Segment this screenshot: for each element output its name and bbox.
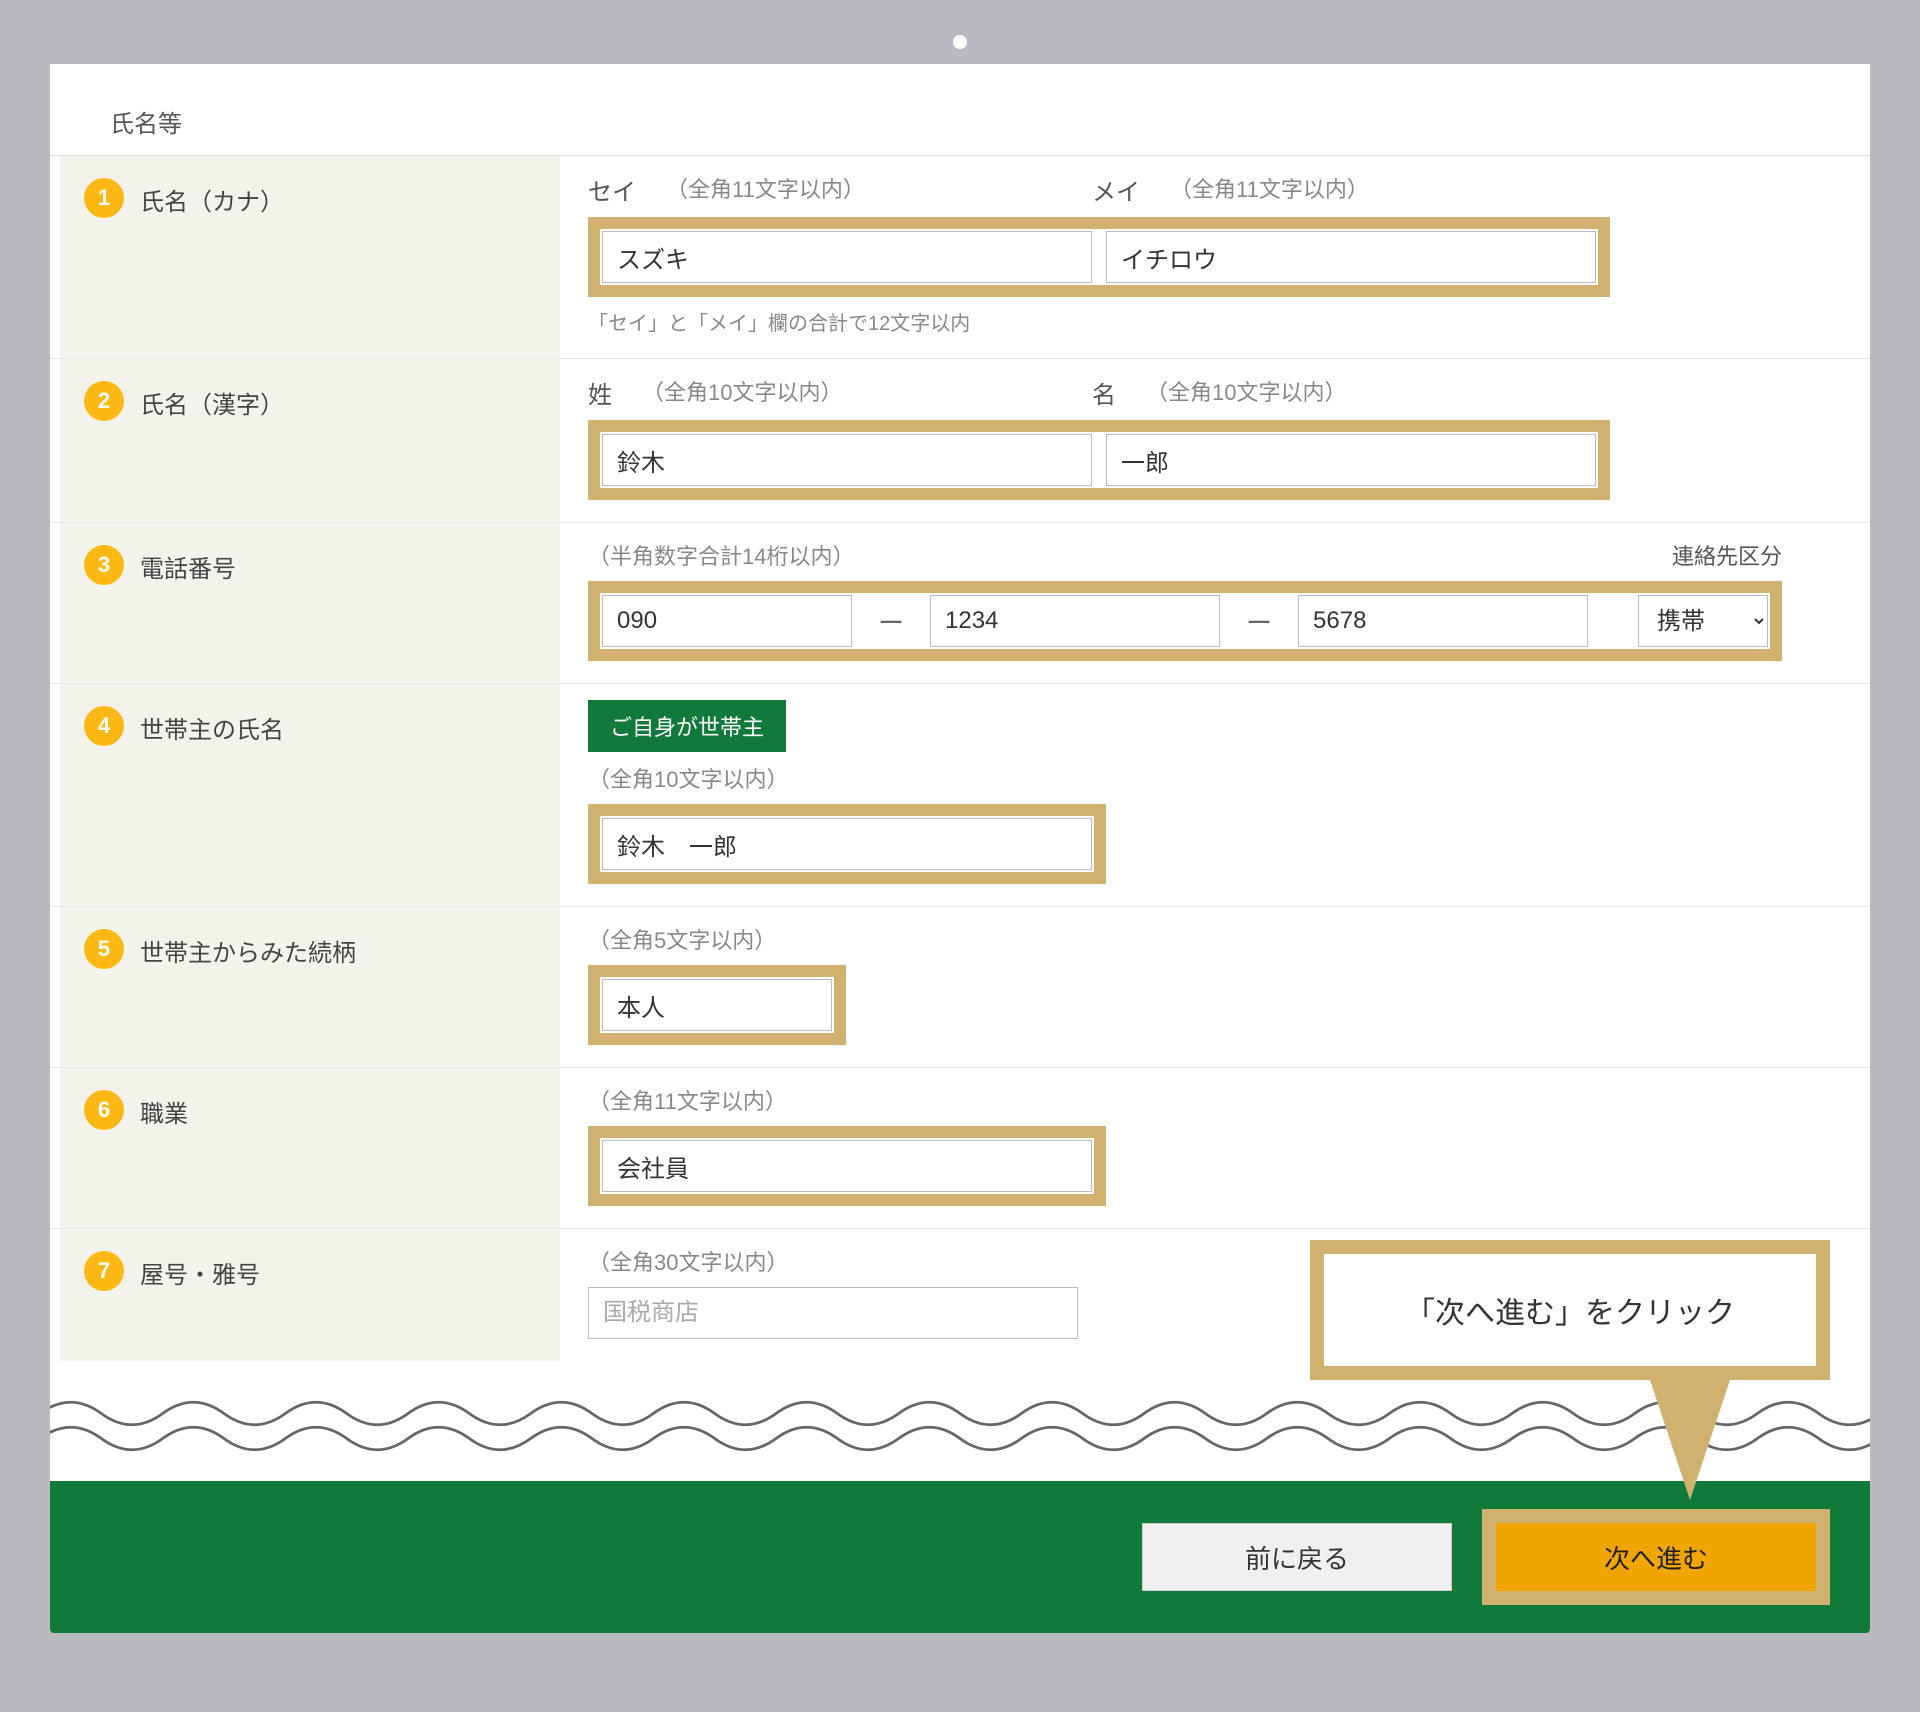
phone-paren: （半角数字合計14桁以内）	[588, 539, 854, 571]
row-phone: 3 電話番号 （半角数字合計14桁以内） 連絡先区分 ー ー 携帯	[50, 523, 1870, 684]
mei-kanji-label: 名	[1092, 375, 1116, 410]
highlight-kana	[588, 217, 1610, 297]
mei-kana-input[interactable]	[1106, 231, 1596, 283]
householder-name-input[interactable]	[602, 818, 1092, 870]
badge-7: 7	[84, 1251, 124, 1291]
label-occupation: 職業	[140, 1088, 188, 1129]
mei-paren: （全角11文字以内）	[1170, 172, 1369, 207]
label-col: 1 氏名（カナ）	[60, 156, 560, 358]
callout-tail-icon	[1650, 1380, 1730, 1500]
input-col: セイ （全角11文字以内） メイ （全角11文字以内） 「セイ」と「メイ」欄の合…	[560, 156, 1810, 358]
titlebar-dot-icon	[953, 35, 967, 49]
label-col: 6 職業	[60, 1068, 560, 1228]
titlebar	[50, 20, 1870, 64]
highlight-occupation	[588, 1126, 1106, 1206]
section-title: 氏名等	[50, 104, 1870, 156]
badge-2: 2	[84, 381, 124, 421]
label-phone: 電話番号	[140, 543, 236, 584]
label-name-kanji: 氏名（漢字）	[140, 379, 284, 420]
row-relationship: 5 世帯主からみた続柄 （全角5文字以内）	[50, 907, 1870, 1068]
label-householder: 世帯主の氏名	[140, 704, 284, 745]
badge-3: 3	[84, 545, 124, 585]
badge-1: 1	[84, 178, 124, 218]
householder-paren: （全角10文字以内）	[588, 762, 1782, 794]
mei-kanji-paren: （全角10文字以内）	[1146, 375, 1346, 410]
occupation-paren: （全角11文字以内）	[588, 1084, 1782, 1116]
label-shopname: 屋号・雅号	[140, 1249, 260, 1290]
label-col: 2 氏名（漢字）	[60, 359, 560, 522]
highlight-next: 次へ進む	[1482, 1509, 1830, 1605]
row-occupation: 6 職業 （全角11文字以内）	[50, 1068, 1870, 1229]
back-button[interactable]: 前に戻る	[1142, 1523, 1452, 1591]
row-name-kana: 1 氏名（カナ） セイ （全角11文字以内） メイ （全角11文字以内）	[50, 156, 1870, 359]
input-col: 姓 （全角10文字以内） 名 （全角10文字以内）	[560, 359, 1810, 522]
label-relationship: 世帯主からみた続柄	[140, 927, 356, 968]
badge-6: 6	[84, 1090, 124, 1130]
sei-kana-input[interactable]	[602, 231, 1092, 283]
highlight-kanji	[588, 420, 1610, 500]
dash-icon: ー	[866, 603, 916, 640]
mei-label: メイ	[1092, 172, 1140, 207]
label-col: 5 世帯主からみた続柄	[60, 907, 560, 1067]
footer-bar: 前に戻る 次へ進む	[50, 1481, 1870, 1633]
dash-icon: ー	[1234, 603, 1284, 640]
sei-kanji-label: 姓	[588, 375, 612, 410]
label-name-kana: 氏名（カナ）	[140, 176, 284, 217]
callout: 「次へ進む」をクリック	[1310, 1240, 1830, 1500]
mei-kanji-input[interactable]	[1106, 434, 1596, 486]
highlight-householder	[588, 804, 1106, 884]
highlight-relationship	[588, 965, 846, 1045]
badge-5: 5	[84, 929, 124, 969]
sei-kanji-paren: （全角10文字以内）	[642, 375, 842, 410]
row-householder-name: 4 世帯主の氏名 ご自身が世帯主 （全角10文字以内）	[50, 684, 1870, 907]
app-window: 氏名等 1 氏名（カナ） セイ （全角11文字以内） メイ （全角11文字以内）	[50, 20, 1870, 1633]
label-col: 3 電話番号	[60, 523, 560, 683]
highlight-phone: ー ー 携帯	[588, 581, 1782, 661]
phone-class-label: 連絡先区分	[1672, 539, 1782, 571]
sei-kanji-input[interactable]	[602, 434, 1092, 486]
next-button[interactable]: 次へ進む	[1496, 1523, 1816, 1591]
form-content: 氏名等 1 氏名（カナ） セイ （全角11文字以内） メイ （全角11文字以内）	[50, 64, 1870, 1633]
shopname-input[interactable]	[588, 1287, 1078, 1339]
self-householder-button[interactable]: ご自身が世帯主	[588, 700, 786, 752]
sei-paren: （全角11文字以内）	[666, 172, 865, 207]
relationship-input[interactable]	[602, 979, 832, 1031]
input-col: （全角5文字以内）	[560, 907, 1810, 1067]
row-name-kanji: 2 氏名（漢字） 姓 （全角10文字以内） 名 （全角10文字以内）	[50, 359, 1870, 523]
badge-4: 4	[84, 706, 124, 746]
input-col: （全角11文字以内）	[560, 1068, 1810, 1228]
phone-part3-input[interactable]	[1298, 595, 1588, 647]
input-col: （半角数字合計14桁以内） 連絡先区分 ー ー 携帯	[560, 523, 1810, 683]
relationship-paren: （全角5文字以内）	[588, 923, 1782, 955]
input-col: ご自身が世帯主 （全角10文字以内）	[560, 684, 1810, 906]
sei-label: セイ	[588, 172, 636, 207]
phone-part1-input[interactable]	[602, 595, 852, 647]
phone-type-select[interactable]: 携帯	[1638, 595, 1768, 647]
callout-text: 「次へ進む」をクリック	[1310, 1240, 1830, 1380]
kana-note: 「セイ」と「メイ」欄の合計で12文字以内	[588, 307, 1782, 336]
occupation-input[interactable]	[602, 1140, 1092, 1192]
label-col: 4 世帯主の氏名	[60, 684, 560, 906]
label-col: 7 屋号・雅号	[60, 1229, 560, 1361]
phone-part2-input[interactable]	[930, 595, 1220, 647]
